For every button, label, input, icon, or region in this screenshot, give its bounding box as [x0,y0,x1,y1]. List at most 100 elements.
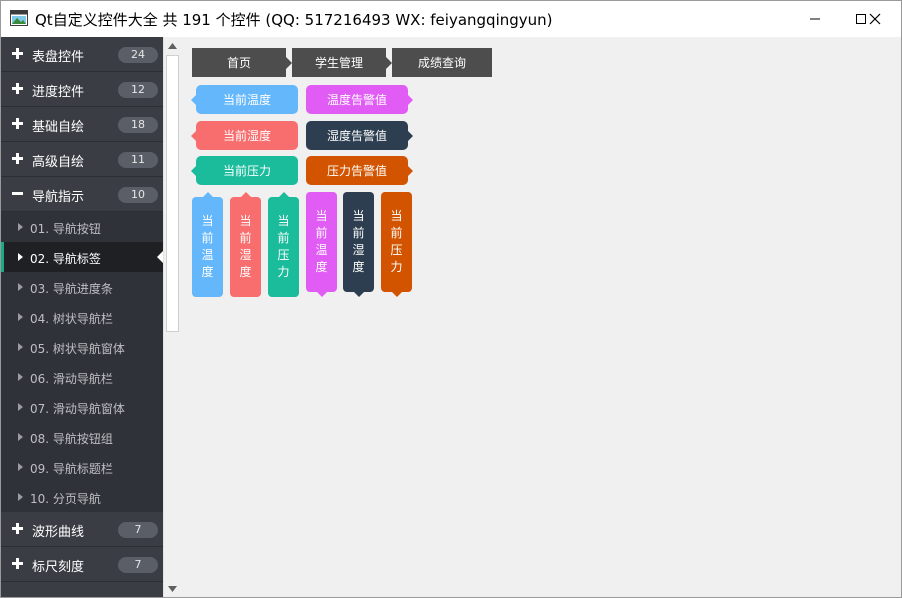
tag-text: 当前温度 [222,93,271,107]
tag-char: 度 [201,265,214,279]
sidebar-item-label: 05. 树状导航窗体 [30,342,125,356]
vertical-label-current-temperature[interactable]: 当 前 温 度 [192,192,223,297]
sidebar-scrollbar[interactable] [163,37,180,597]
vertical-label-humidity[interactable]: 当 前 湿 度 [343,192,374,297]
tag-char: 度 [239,265,252,279]
tag-text: 温度告警值 [326,93,387,107]
minimize-btn-a [792,0,838,37]
sidebar-group[interactable]: 基础自绘 18 [1,107,163,142]
pointer-up-icon [203,192,213,197]
caret-right-icon [18,253,23,261]
expand-plus-icon [12,523,23,534]
nav-label-current-temperature[interactable]: 当前温度 [191,85,298,114]
group-label: 波形曲线 [32,525,85,540]
sidebar-group-partial[interactable] [1,582,163,597]
scroll-down-button[interactable] [164,580,181,597]
breadcrumb-home[interactable]: 首页 [192,48,292,77]
sidebar-item[interactable]: 09. 导航标题栏 [1,452,163,482]
vertical-label-current-pressure[interactable]: 当 前 压 力 [268,192,299,297]
tag-text: 当前压力 [222,164,271,178]
tag-char: 度 [315,260,328,274]
tag-char: 压 [277,248,290,262]
sidebar-item[interactable]: 10. 分页导航 [1,482,163,512]
sidebar-item-selected[interactable]: 02. 导航标签 [1,242,163,272]
title-bar[interactable]: Qt自定义控件大全 共 191 个控件 (QQ: 517216493 WX: f… [0,0,902,37]
group-count-badge: 7 [118,557,158,573]
pointer-down-icon [354,292,364,297]
tag-text: 当前湿度 [222,129,271,143]
pointer-up-icon [279,192,289,197]
sidebar-item[interactable]: 08. 导航按钮组 [1,422,163,452]
sidebar-group[interactable]: 高级自绘 11 [1,142,163,177]
vertical-label-pressure[interactable]: 当 前 压 力 [381,192,412,297]
breadcrumb-student-management[interactable]: 学生管理 [292,48,392,77]
sidebar-item[interactable]: 03. 导航进度条 [1,272,163,302]
caret-right-icon [18,493,23,501]
tag-char: 前 [277,231,290,245]
tag-char: 前 [201,231,214,245]
breadcrumb-grade-query[interactable]: 成绩查询 [392,48,492,77]
nav-label-pressure-alarm[interactable]: 压力告警值 [306,156,413,185]
sidebar-item[interactable]: 05. 树状导航窗体 [1,332,163,362]
sidebar-item[interactable]: 01. 导航按钮 [1,212,163,242]
tag-text: 湿度告警值 [326,129,387,143]
scroll-down-arrow-icon [168,585,177,592]
sidebar-group-expanded[interactable]: 导航指示 10 [1,177,163,212]
nav-label-temperature-alarm[interactable]: 温度告警值 [306,85,413,114]
tag-char: 当 [201,214,214,228]
scroll-up-button[interactable] [164,37,181,54]
tag-char: 当 [239,214,252,228]
sidebar-group[interactable]: 标尺刻度 7 [1,547,163,582]
tag-char: 度 [352,260,365,274]
tag-char: 前 [239,231,252,245]
group-label: 高级自绘 [32,155,85,170]
nav-label-current-humidity[interactable]: 当前湿度 [191,121,298,150]
breadcrumb-label: 学生管理 [314,56,363,70]
vertical-label-temperature[interactable]: 当 前 温 度 [306,192,337,297]
vertical-label-current-humidity[interactable]: 当 前 湿 度 [230,192,261,297]
sidebar-group[interactable]: 表盘控件 24 [1,37,163,72]
sidebar-item[interactable]: 04. 树状导航栏 [1,302,163,332]
caret-right-icon [18,373,23,381]
sidebar-nav[interactable]: 表盘控件 24 进度控件 12 基础自绘 18 高级自绘 11 导航指示 10 … [1,37,163,597]
caret-right-icon [18,343,23,351]
expand-plus-icon [12,83,23,94]
pointer-left-icon [191,131,196,141]
close-button[interactable] [852,0,898,37]
group-label: 标尺刻度 [32,560,85,575]
tag-char: 温 [201,248,214,262]
caret-right-icon [18,463,23,471]
group-label: 基础自绘 [32,120,85,135]
pointer-down-icon [392,292,402,297]
group-count-badge: 12 [118,82,158,98]
group-count-badge: 24 [118,47,158,63]
sidebar-item-label: 09. 导航标题栏 [30,462,113,476]
scroll-thumb[interactable] [166,55,179,332]
sidebar-item[interactable]: 06. 滑动导航栏 [1,362,163,392]
sidebar-item-label: 01. 导航按钮 [30,222,101,236]
sidebar-item-label: 07. 滑动导航窗体 [30,402,125,416]
tag-text: 压力告警值 [326,164,387,178]
group-label: 表盘控件 [32,50,85,65]
nav-label-current-pressure[interactable]: 当前压力 [191,156,298,185]
expand-plus-icon [12,153,23,164]
tag-char: 当 [315,209,328,223]
tag-char: 压 [390,243,403,257]
breadcrumb-label: 成绩查询 [417,56,466,70]
tag-char: 当 [390,209,403,223]
sidebar-group[interactable]: 进度控件 12 [1,72,163,107]
tag-char: 力 [390,260,403,274]
sidebar-item-label: 03. 导航进度条 [30,282,113,296]
tag-char: 前 [390,226,403,240]
group-count-badge: 18 [118,117,158,133]
group-count-badge: 7 [118,522,158,538]
sidebar-item[interactable]: 07. 滑动导航窗体 [1,392,163,422]
tag-char: 前 [315,226,328,240]
caret-right-icon [18,223,23,231]
window-title: Qt自定义控件大全 共 191 个控件 (QQ: 517216493 WX: f… [35,11,553,29]
caret-right-icon [18,403,23,411]
nav-label-humidity-alarm[interactable]: 湿度告警值 [306,121,413,150]
tag-char: 当 [352,209,365,223]
sidebar-group[interactable]: 波形曲线 7 [1,512,163,547]
close-icon [869,13,881,24]
